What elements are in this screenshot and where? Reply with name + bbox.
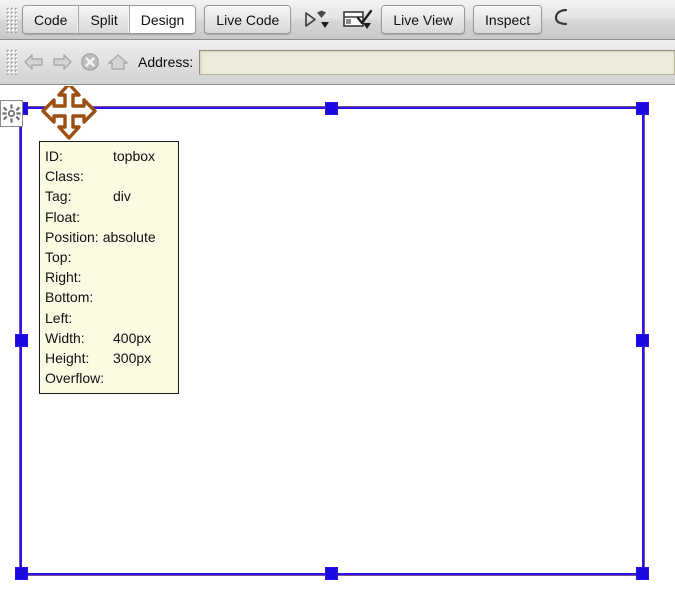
inspect-button-group: Inspect <box>473 5 543 34</box>
code-view-button[interactable]: Code <box>23 6 80 33</box>
tooltip-row: Left: <box>45 308 173 328</box>
tooltip-value: topbox <box>113 148 156 164</box>
view-toolbar-grip[interactable] <box>6 6 17 33</box>
address-toolbar: Address: <box>0 40 675 85</box>
tooltip-key: Tag: <box>45 188 72 205</box>
live-code-button-group: Live Code <box>204 5 292 34</box>
resize-handle-bottom-left[interactable] <box>15 567 28 580</box>
tooltip-key: ID: <box>45 148 63 164</box>
tooltip-value <box>113 166 173 186</box>
tooltip-key: Position: <box>45 228 99 245</box>
tooltip-key: Left: <box>45 309 73 326</box>
back-button[interactable] <box>22 50 46 74</box>
tooltip-row: Overflow: <box>45 368 173 388</box>
tooltip-key: Height: <box>45 350 90 367</box>
tooltip-value: 400px <box>113 329 152 346</box>
resize-handle-top-center[interactable] <box>325 102 338 115</box>
stop-circle-icon <box>81 53 99 71</box>
tooltip-value <box>113 368 173 388</box>
live-view-button-group: Live View <box>381 5 466 34</box>
tooltip-value <box>113 207 173 227</box>
tooltip-value <box>113 267 173 287</box>
split-view-button[interactable]: Split <box>79 6 130 33</box>
stop-button[interactable] <box>78 50 102 74</box>
resize-handle-bottom-right[interactable] <box>636 567 649 580</box>
tooltip-value: div <box>113 188 131 205</box>
element-property-tooltip: ID: topbox Class: Tag: div Float: Positi… <box>39 141 179 395</box>
play-arrow-dropdown-icon <box>305 10 330 28</box>
address-input[interactable] <box>199 49 675 75</box>
back-arrow-icon <box>24 54 43 70</box>
design-canvas[interactable]: ID: topbox Class: Tag: div Float: Positi… <box>0 86 675 609</box>
inspect-layout-dropdown-button[interactable] <box>339 6 377 33</box>
tooltip-value <box>113 287 173 307</box>
magnet-tool-button[interactable] <box>550 6 572 33</box>
tooltip-row: Class: <box>45 166 173 186</box>
address-label: Address: <box>138 54 194 70</box>
tooltip-row: Tag: div <box>45 186 173 206</box>
inspect-button[interactable]: Inspect <box>474 6 541 33</box>
browser-check-dropdown-icon <box>343 9 373 29</box>
home-icon <box>108 54 128 70</box>
resize-handle-top-right[interactable] <box>636 102 649 115</box>
tooltip-value: absolute <box>102 228 156 245</box>
view-toolbar: Code Split Design Live Code Live View In… <box>0 0 675 40</box>
home-button[interactable] <box>106 50 130 74</box>
tooltip-row: Top: <box>45 247 173 267</box>
tooltip-row: Width: 400px <box>45 328 173 348</box>
tooltip-key: Bottom: <box>45 289 94 306</box>
resize-handle-middle-left[interactable] <box>15 334 28 347</box>
design-view-button[interactable]: Design <box>129 6 196 33</box>
tooltip-key: Class: <box>45 168 84 185</box>
forward-button[interactable] <box>50 50 74 74</box>
tooltip-key: Width: <box>45 329 85 346</box>
tooltip-row: Right: <box>45 267 173 287</box>
resize-handle-middle-right[interactable] <box>636 334 649 347</box>
tooltip-key: Top: <box>45 249 72 266</box>
tooltip-key: Overflow: <box>45 370 105 387</box>
tooltip-value <box>113 247 173 267</box>
live-view-button[interactable]: Live View <box>382 6 464 33</box>
live-code-button[interactable]: Live Code <box>205 6 290 33</box>
tooltip-row: Height: 300px <box>45 348 173 368</box>
tooltip-row: ID: topbox <box>45 146 173 166</box>
tooltip-value: 300px <box>113 350 152 367</box>
view-mode-button-group: Code Split Design <box>22 5 197 34</box>
magnet-icon <box>555 8 568 25</box>
address-toolbar-grip[interactable] <box>6 49 17 75</box>
tooltip-value <box>113 308 173 328</box>
resize-handle-bottom-center[interactable] <box>325 567 338 580</box>
tooltip-key: Float: <box>45 208 81 225</box>
element-marker-button[interactable] <box>0 100 23 127</box>
tooltip-row: Bottom: <box>45 287 173 307</box>
live-code-play-dropdown-button[interactable] <box>299 6 335 33</box>
tooltip-row: Float: <box>45 207 173 227</box>
tooltip-row: Position: absolute <box>45 227 173 247</box>
forward-arrow-icon <box>53 54 72 70</box>
gear-icon <box>2 104 21 123</box>
tooltip-key: Right: <box>45 269 82 286</box>
